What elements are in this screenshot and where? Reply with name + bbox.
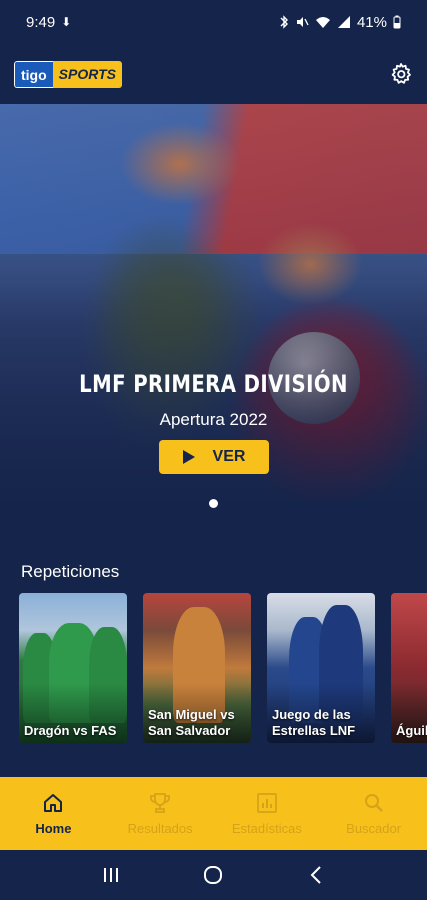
play-icon bbox=[182, 450, 195, 464]
video-card-title: Águila bbox=[396, 723, 427, 738]
app-screen: 9:49 ⬇ 41% tigo SPORTS LMF PRIMERA DIVIS… bbox=[0, 0, 427, 900]
tigo-sports-logo: tigo SPORTS bbox=[14, 60, 122, 88]
search-icon bbox=[364, 794, 383, 812]
status-bar: 9:49 ⬇ 41% bbox=[0, 0, 427, 44]
nav-home[interactable]: Home bbox=[0, 777, 107, 850]
video-card-title: Juego de las Estrellas LNF bbox=[272, 707, 356, 738]
nav-estadisticas-label: Estadísticas bbox=[231, 821, 302, 836]
carousel-pagination bbox=[0, 499, 427, 508]
app-header: tigo SPORTS bbox=[0, 44, 427, 104]
ver-button-label: VER bbox=[212, 448, 246, 465]
video-card[interactable]: San Miguel vs San Salvador bbox=[143, 593, 251, 743]
repeticiones-carousel[interactable]: Dragón vs FAS San Miguel vs San Salvador… bbox=[19, 593, 427, 743]
status-time: 9:49 bbox=[26, 13, 56, 31]
back-icon[interactable] bbox=[304, 863, 328, 887]
nav-resultados-label: Resultados bbox=[127, 821, 193, 836]
nav-home-label: Home bbox=[35, 821, 72, 836]
video-card-title: San Miguel vs San Salvador bbox=[148, 707, 235, 738]
bottom-navigation: Home Resultados Estadísticas Buscador bbox=[0, 777, 427, 850]
carousel-dot-active[interactable] bbox=[209, 499, 218, 508]
section-title-repeticiones: Repeticiones bbox=[21, 562, 120, 581]
logo-sports-text: SPORTS bbox=[52, 60, 122, 88]
battery-level: 41% bbox=[356, 13, 387, 31]
logo-tigo-text: tigo bbox=[14, 60, 53, 88]
battery-icon bbox=[393, 15, 401, 29]
hero-subtitle: Apertura 2022 bbox=[159, 410, 268, 429]
gear-icon[interactable] bbox=[389, 62, 413, 86]
nav-estadisticas[interactable]: Estadísticas bbox=[214, 777, 321, 850]
system-navigation-bar bbox=[0, 850, 427, 900]
video-card[interactable]: Dragón vs FAS bbox=[19, 593, 127, 743]
nav-buscador-label: Buscador bbox=[346, 821, 402, 836]
video-card-title: Dragón vs FAS bbox=[24, 723, 117, 738]
signal-icon bbox=[337, 16, 350, 28]
stats-icon bbox=[256, 793, 277, 813]
recent-apps-icon[interactable] bbox=[99, 863, 123, 887]
home-circle-icon[interactable] bbox=[201, 863, 225, 887]
trophy-icon bbox=[150, 793, 171, 813]
home-icon bbox=[44, 794, 63, 812]
wifi-icon bbox=[315, 17, 330, 28]
ver-button[interactable]: VER bbox=[159, 440, 269, 474]
bluetooth-icon bbox=[280, 15, 288, 29]
hero-title: LMF PRIMERA DIVISIÓN bbox=[79, 370, 348, 398]
video-card[interactable]: Juego de las Estrellas LNF bbox=[267, 593, 375, 743]
nav-buscador[interactable]: Buscador bbox=[320, 777, 427, 850]
mute-icon bbox=[296, 17, 309, 27]
video-card[interactable]: Águila bbox=[391, 593, 427, 743]
hero-banner[interactable]: LMF PRIMERA DIVISIÓN Apertura 2022 VER bbox=[0, 104, 427, 500]
download-icon: ⬇ bbox=[61, 15, 72, 29]
nav-resultados[interactable]: Resultados bbox=[107, 777, 214, 850]
